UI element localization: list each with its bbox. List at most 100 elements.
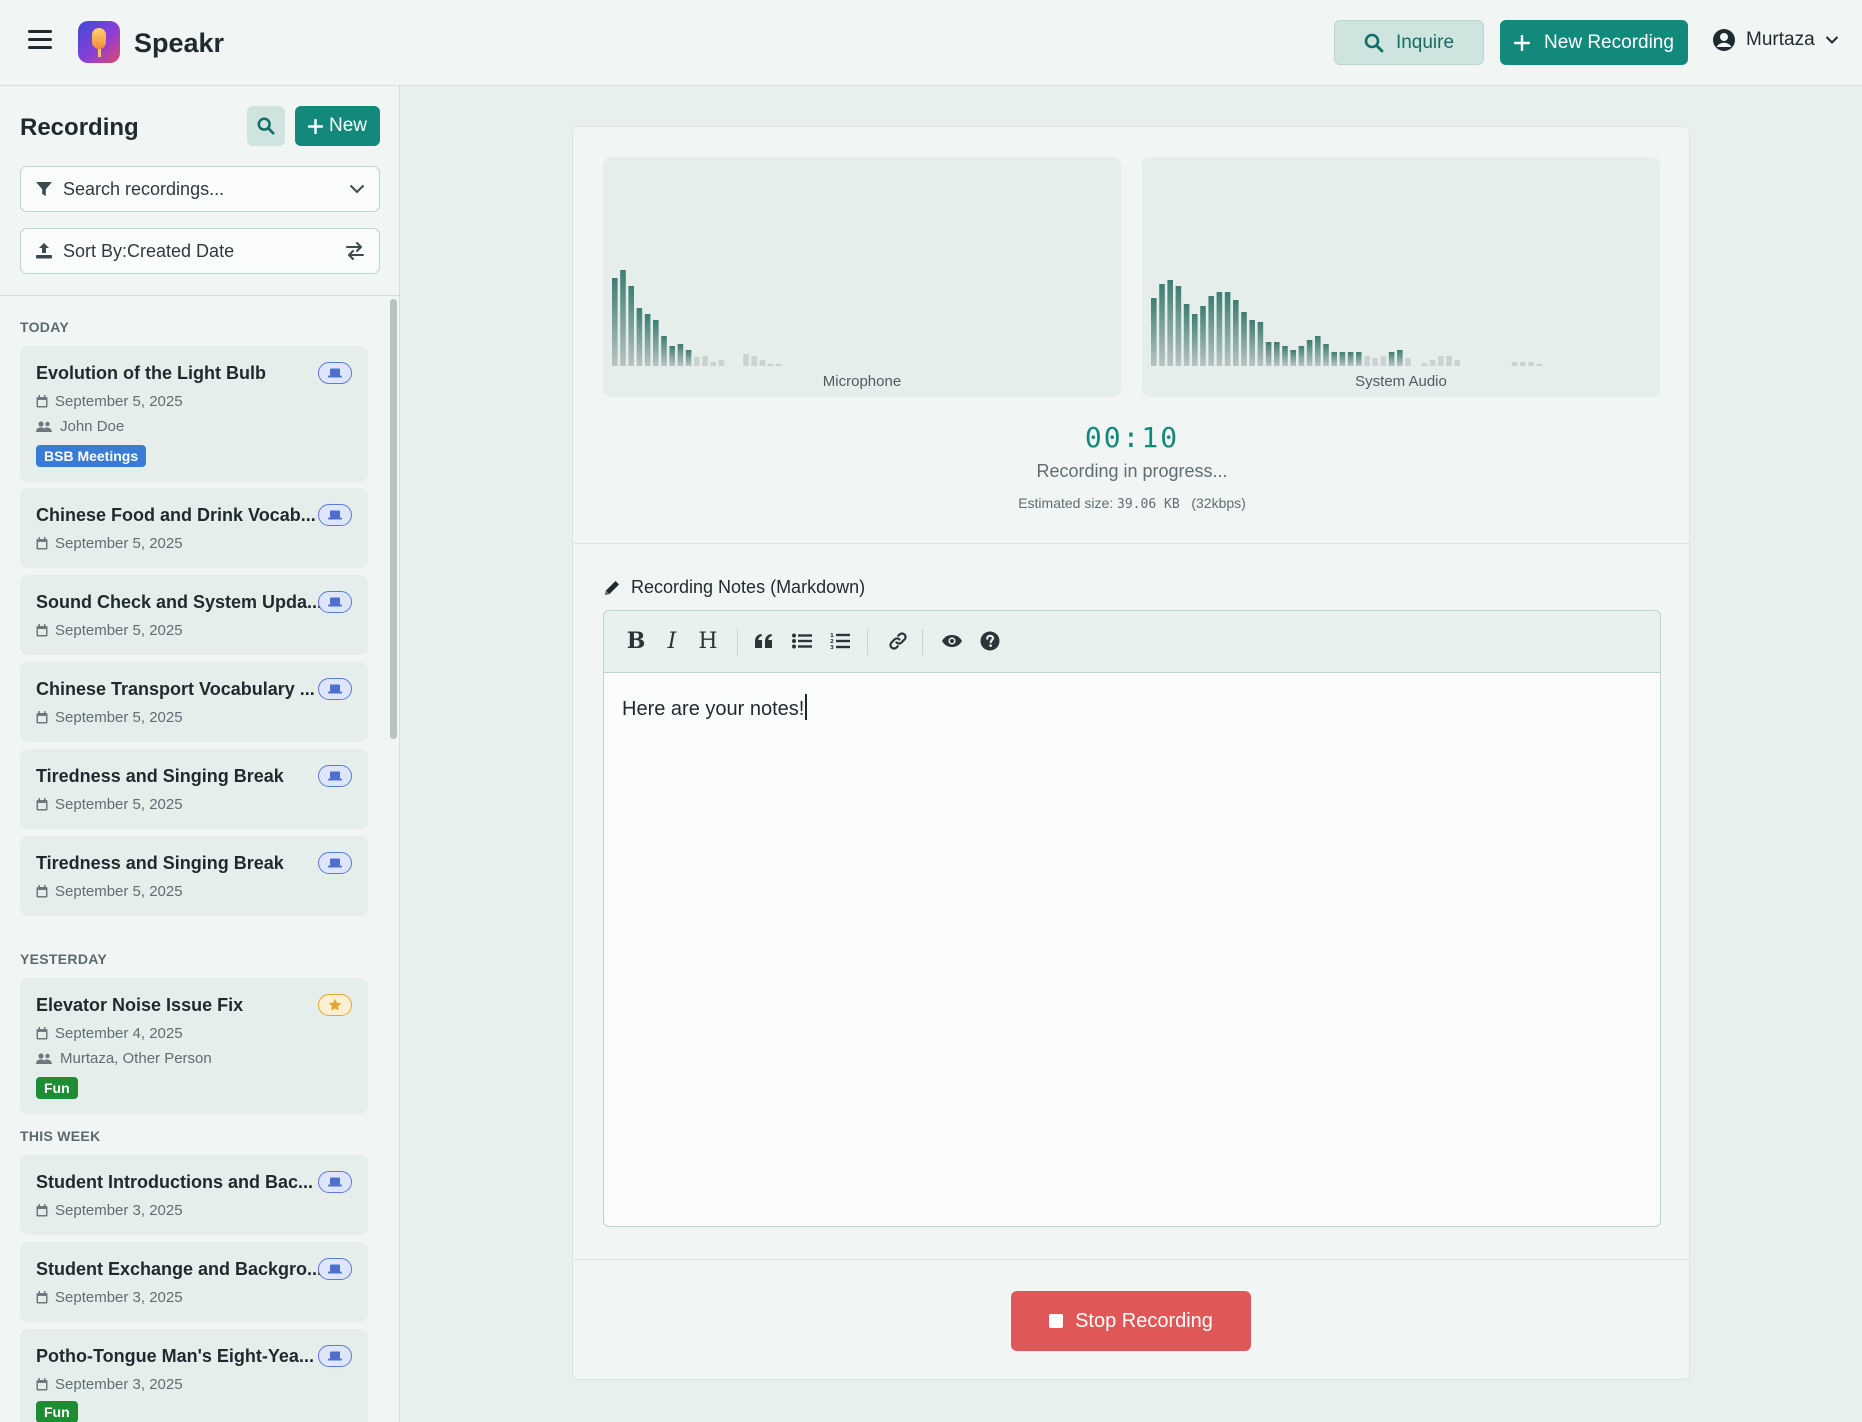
level-bar	[1151, 298, 1157, 366]
recording-item[interactable]: Student Exchange and Backgro... Septembe…	[20, 1242, 368, 1322]
recording-item[interactable]: Elevator Noise Issue Fix September 4, 20…	[20, 978, 368, 1114]
recording-date-text: September 5, 2025	[55, 709, 183, 726]
level-bar	[628, 286, 634, 366]
recording-participants-text: John Doe	[60, 418, 125, 435]
level-bar	[1511, 362, 1518, 366]
users-icon	[36, 420, 52, 432]
recording-date-text: September 3, 2025	[55, 1289, 183, 1306]
help-icon[interactable]	[976, 627, 1004, 655]
quote-icon[interactable]	[750, 627, 778, 655]
user-menu[interactable]: Murtaza	[1712, 28, 1839, 52]
bold-icon[interactable]: B	[622, 627, 650, 655]
swap-icon[interactable]	[345, 242, 365, 260]
unordered-list-icon[interactable]	[788, 627, 816, 655]
recording-item[interactable]: Evolution of the Light Bulb September 5,…	[20, 346, 368, 482]
search-icon	[257, 117, 275, 135]
level-bar	[1421, 363, 1428, 366]
level-bar	[1339, 352, 1346, 366]
recording-participants: Murtaza, Other Person	[36, 1050, 212, 1067]
level-bar	[1282, 346, 1288, 366]
italic-icon[interactable]: I	[658, 627, 686, 655]
star-badge-icon	[318, 994, 352, 1016]
calendar-icon	[36, 537, 48, 550]
heading-icon[interactable]: H	[694, 627, 722, 655]
recording-date: September 5, 2025	[36, 535, 183, 552]
level-bar	[1454, 360, 1460, 366]
preview-eye-icon[interactable]	[938, 627, 966, 655]
level-bar	[1528, 362, 1534, 366]
level-bar	[1192, 314, 1198, 366]
recording-item[interactable]: Tiredness and Singing Break September 5,…	[20, 749, 368, 829]
sidebar-new-button[interactable]: New	[295, 106, 380, 146]
calendar-icon	[36, 1204, 48, 1217]
level-bar	[1380, 356, 1387, 366]
toolbar-separator	[922, 629, 923, 655]
recording-item[interactable]: Chinese Transport Vocabulary ... Septemb…	[20, 662, 368, 742]
search-recordings-field[interactable]: Search recordings...	[20, 166, 380, 212]
estimated-size: Estimated size: 39.06 KB (32kbps)	[573, 495, 1691, 512]
level-bar	[1290, 350, 1296, 366]
ordered-list-icon[interactable]: 123	[826, 627, 854, 655]
recording-title: Student Introductions and Bac...	[36, 1172, 314, 1192]
recording-date: September 3, 2025	[36, 1202, 183, 1219]
recording-date: September 5, 2025	[36, 709, 183, 726]
microphone-label: Microphone	[822, 373, 902, 390]
recording-title: Evolution of the Light Bulb	[36, 363, 266, 383]
recording-panel: Microphone System Audio 00:10 Recording …	[572, 126, 1690, 1380]
recording-title: Chinese Transport Vocabulary ...	[36, 679, 315, 699]
level-bar	[669, 346, 675, 366]
recording-item[interactable]: Sound Check and System Upda... September…	[20, 575, 368, 655]
recording-participants: John Doe	[36, 418, 124, 435]
sidebar-search-button[interactable]	[247, 106, 285, 146]
level-bar	[694, 357, 700, 366]
link-icon[interactable]	[884, 627, 912, 655]
markdown-editor[interactable]: B I H 123 Here are your notes!	[603, 610, 1661, 1227]
recording-title: Chinese Food and Drink Vocab...	[36, 505, 316, 525]
level-bar	[1388, 352, 1395, 366]
recording-tag[interactable]: Fun	[36, 1077, 78, 1099]
recording-title: Tiredness and Singing Break	[36, 853, 284, 873]
inquire-button[interactable]: Inquire	[1334, 20, 1484, 65]
recording-timer: 00:10	[1084, 421, 1180, 454]
stop-recording-button[interactable]: Stop Recording	[1011, 1291, 1251, 1351]
notes-heading-text: Recording Notes (Markdown)	[631, 577, 866, 597]
level-bar	[1257, 322, 1264, 366]
sort-by-label: Sort By:Created Date	[63, 240, 235, 261]
menu-icon[interactable]	[28, 30, 52, 54]
new-recording-button[interactable]: New Recording	[1500, 20, 1688, 65]
recording-date: September 4, 2025	[36, 1025, 183, 1042]
level-bar	[1233, 300, 1239, 366]
user-name: Murtaza	[1746, 29, 1815, 50]
recording-tag[interactable]: BSB Meetings	[36, 445, 147, 467]
sort-by-field[interactable]: Sort By:Created Date	[20, 228, 380, 274]
recording-tag[interactable]: Fun	[36, 1401, 78, 1422]
recording-participants-text: Murtaza, Other Person	[60, 1050, 212, 1067]
recording-item[interactable]: Tiredness and Singing Break September 5,…	[20, 836, 368, 916]
level-bar	[1249, 320, 1255, 366]
chevron-down-icon	[1825, 36, 1838, 44]
notes-text[interactable]: Here are your notes!	[622, 694, 808, 721]
level-bar	[1175, 286, 1182, 366]
system-audio-label: System Audio	[1355, 373, 1447, 390]
sidebar-scrollbar[interactable]	[390, 299, 397, 739]
recording-item[interactable]: Chinese Food and Drink Vocab... Septembe…	[20, 488, 368, 568]
microphone-level-bars	[612, 270, 782, 366]
level-bar	[1364, 356, 1370, 366]
users-icon	[36, 1052, 52, 1064]
level-bar	[1536, 364, 1542, 366]
level-bar	[1347, 352, 1354, 366]
level-bar	[636, 308, 643, 366]
editor-toolbar: B I H 123	[604, 611, 1660, 673]
sidebar-divider	[0, 295, 399, 296]
level-bar	[1315, 336, 1321, 366]
level-bar	[1200, 306, 1206, 366]
recording-title: Student Exchange and Backgro...	[36, 1259, 323, 1279]
recording-item[interactable]: Student Introductions and Bac... Septemb…	[20, 1155, 368, 1235]
level-bar	[702, 356, 708, 366]
chevron-down-icon	[349, 184, 365, 194]
level-bar	[1306, 340, 1313, 366]
plus-icon	[307, 118, 323, 134]
recording-title: Potho-Tongue Man's Eight-Yea...	[36, 1346, 314, 1366]
recording-date: September 5, 2025	[36, 393, 183, 410]
recording-item[interactable]: Potho-Tongue Man's Eight-Yea... Septembe…	[20, 1329, 368, 1422]
